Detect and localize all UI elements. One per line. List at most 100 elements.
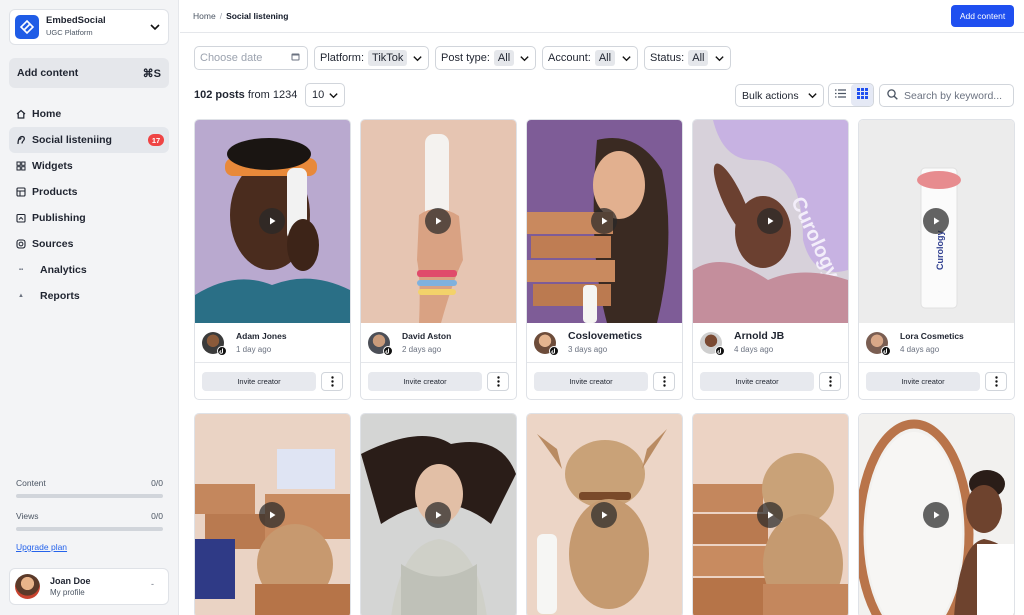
play-button[interactable] — [757, 208, 783, 234]
more-options-button[interactable] — [321, 371, 343, 391]
home-icon — [16, 109, 26, 119]
play-icon — [436, 217, 442, 225]
post-card[interactable] — [692, 413, 849, 615]
post-card[interactable] — [360, 413, 517, 615]
play-icon — [934, 217, 940, 225]
invite-creator-button[interactable]: Invite creator — [368, 371, 482, 391]
post-media[interactable] — [527, 414, 682, 615]
date-picker[interactable]: Choose date — [194, 46, 308, 70]
post-media[interactable] — [527, 120, 682, 323]
product-brand-text: Curology — [935, 231, 945, 271]
more-options-button[interactable] — [653, 371, 675, 391]
post-author: David Aston 2 days ago — [361, 323, 516, 363]
play-icon — [270, 511, 276, 519]
sidebar-item-sources[interactable]: Sources — [9, 231, 169, 257]
invite-creator-button[interactable]: Invite creator — [700, 371, 814, 391]
invite-creator-button[interactable]: Invite creator — [534, 371, 648, 391]
post-card[interactable]: Coslovemetics 3 days ago Invite creator — [526, 119, 683, 400]
sidebar-item-label: Home — [32, 108, 62, 120]
author-name[interactable]: David Aston — [402, 330, 451, 343]
post-card[interactable] — [526, 413, 683, 615]
sidebar-item-label: Publishing — [32, 212, 86, 224]
author-name[interactable]: Coslovemetics — [568, 330, 642, 343]
post-media[interactable] — [361, 120, 516, 323]
reports-icon: ▲ — [18, 293, 24, 299]
profile-dash: - — [151, 579, 154, 589]
bulk-actions-dropdown[interactable]: Bulk actions — [735, 84, 824, 107]
play-button[interactable] — [923, 502, 949, 528]
play-button[interactable] — [591, 502, 617, 528]
post-media[interactable]: Curology — [693, 120, 848, 323]
more-options-button[interactable] — [819, 371, 841, 391]
post-card[interactable]: Curology Arnold JB 4 days ago Invite cre… — [692, 119, 849, 400]
post-author: Arnold JB 4 days ago — [693, 323, 848, 363]
search-box — [879, 84, 1014, 107]
breadcrumb-current: Social listening — [226, 11, 289, 21]
more-vertical-icon — [662, 375, 666, 387]
more-options-button[interactable] — [985, 371, 1007, 391]
post-card[interactable] — [858, 413, 1015, 615]
invite-creator-button[interactable]: Invite creator — [866, 371, 980, 391]
post-count: 102 posts from 1234 — [194, 89, 297, 101]
sidebar-item-publishing[interactable]: Publishing — [9, 205, 169, 231]
sidebar-item-widgets[interactable]: Widgets — [9, 153, 169, 179]
avatar — [700, 331, 725, 356]
sidebar-add-content-button[interactable]: Add content ⌘S — [9, 58, 169, 88]
sidebar-item-social-listening[interactable]: Social listeniing 17 — [9, 127, 169, 153]
search-input[interactable] — [904, 89, 1014, 102]
play-button[interactable] — [259, 208, 285, 234]
chevron-down-icon — [519, 53, 530, 64]
post-card[interactable]: Adam Jones 1 day ago Invite creator — [194, 119, 351, 400]
filter-value: All — [594, 50, 616, 66]
filter-label: Account: — [548, 52, 591, 64]
post-media[interactable] — [693, 414, 848, 615]
post-media[interactable] — [859, 414, 1014, 615]
sources-icon — [16, 239, 26, 249]
tiktok-icon — [715, 345, 725, 356]
workspace-switcher[interactable]: EmbedSocial UGC Platform — [9, 9, 169, 45]
post-card[interactable]: Curology Lora Cosmetics 4 days ago Invit… — [858, 119, 1015, 400]
play-button[interactable] — [259, 502, 285, 528]
sidebar-add-content-label: Add content — [17, 67, 79, 79]
more-options-button[interactable] — [487, 371, 509, 391]
sidebar-item-home[interactable]: Home — [9, 101, 169, 127]
profile-menu[interactable]: Joan Doe My profile - — [9, 568, 169, 605]
sidebar-item-analytics[interactable]: ▪▪ Analytics — [9, 257, 169, 283]
play-button[interactable] — [757, 502, 783, 528]
list-view-button[interactable] — [829, 84, 851, 106]
card-actions: Invite creator — [527, 363, 682, 399]
status-filter[interactable]: Status: All — [644, 46, 731, 70]
play-button[interactable] — [425, 502, 451, 528]
post-time: 2 days ago — [402, 344, 442, 354]
calendar-icon — [291, 52, 300, 64]
platform-filter[interactable]: Platform: TikTok — [314, 46, 429, 70]
play-button[interactable] — [591, 208, 617, 234]
post-type-filter[interactable]: Post type: All — [435, 46, 536, 70]
post-media[interactable]: Curology — [859, 120, 1014, 323]
tiktok-icon — [549, 345, 559, 356]
post-card[interactable]: David Aston 2 days ago Invite creator — [360, 119, 517, 400]
author-name[interactable]: Adam Jones — [236, 330, 287, 343]
per-page-select[interactable]: 10 — [305, 83, 345, 107]
sidebar-item-reports[interactable]: ▲ Reports — [9, 283, 169, 309]
filter-label: Platform: — [320, 52, 365, 64]
post-media[interactable] — [195, 120, 350, 323]
post-media[interactable] — [361, 414, 516, 615]
author-name[interactable]: Arnold JB — [734, 330, 784, 343]
breadcrumb-home[interactable]: Home — [193, 11, 216, 21]
invite-creator-button[interactable]: Invite creator — [202, 371, 316, 391]
post-count-total: from 1234 — [247, 89, 298, 101]
post-card[interactable] — [194, 413, 351, 615]
profile-link: My profile — [50, 587, 85, 597]
author-name[interactable]: Lora Cosmetics — [900, 330, 964, 343]
post-media[interactable] — [195, 414, 350, 615]
sidebar-item-label: Products — [32, 186, 78, 198]
notification-badge: 17 — [148, 134, 164, 146]
play-button[interactable] — [923, 208, 949, 234]
play-button[interactable] — [425, 208, 451, 234]
grid-view-button[interactable] — [851, 84, 873, 106]
add-content-button[interactable]: Add content — [951, 5, 1014, 27]
sidebar-item-products[interactable]: Products — [9, 179, 169, 205]
upgrade-plan-link[interactable]: Upgrade plan — [16, 542, 67, 552]
account-filter[interactable]: Account: All — [542, 46, 638, 70]
